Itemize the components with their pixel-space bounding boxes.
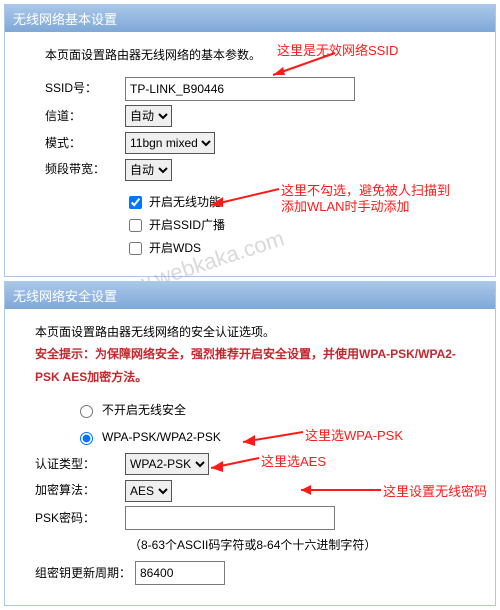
auth-type-select[interactable]: WPA2-PSK <box>125 453 209 475</box>
security-intro: 本页面设置路由器无线网络的安全认证选项。 安全提示：为保障网络安全，强烈推荐开启… <box>35 321 475 389</box>
panel-security: 无线网络安全设置 本页面设置路由器无线网络的安全认证选项。 安全提示：为保障网络… <box>4 281 496 606</box>
security-tip-prefix: 安全提示： <box>35 347 95 361</box>
enable-wireless-checkbox[interactable] <box>129 196 142 209</box>
ssid-broadcast-checkbox[interactable] <box>129 219 142 232</box>
psk-input[interactable] <box>125 506 335 530</box>
bandwidth-select[interactable]: 自动 <box>125 159 172 181</box>
radio-no-security-label: 不开启无线安全 <box>102 399 186 422</box>
enable-wireless-label: 开启无线功能 <box>149 191 221 214</box>
algo-label: 加密算法： <box>35 479 125 502</box>
algo-select[interactable]: AES <box>125 480 172 502</box>
channel-select[interactable]: 自动 <box>125 105 172 127</box>
psk-hint: （8-63个ASCII码字符或8-64个十六进制字符） <box>129 534 376 557</box>
interval-input[interactable] <box>135 561 225 585</box>
wds-label: 开启WDS <box>149 237 201 260</box>
ssid-broadcast-label: 开启SSID广播 <box>149 214 225 237</box>
wds-checkbox[interactable] <box>129 242 142 255</box>
bandwidth-label: 频段带宽： <box>45 158 125 181</box>
radio-wpa-psk[interactable] <box>80 432 93 445</box>
panel-basic-wireless: 无线网络基本设置 本页面设置路由器无线网络的基本参数。 SSID号： 信道： 自… <box>4 4 496 277</box>
ssid-label: SSID号： <box>45 77 125 100</box>
psk-label: PSK密码： <box>35 507 125 530</box>
mode-select[interactable]: 11bgn mixed <box>125 132 215 154</box>
panel-security-title: 无线网络安全设置 <box>5 282 495 309</box>
mode-label: 模式： <box>45 132 125 155</box>
radio-wpa-psk-label: WPA-PSK/WPA2-PSK <box>102 426 221 449</box>
ssid-input[interactable] <box>125 77 355 101</box>
panel-basic-title: 无线网络基本设置 <box>5 5 495 32</box>
interval-label: 组密钥更新周期： <box>35 562 135 585</box>
channel-label: 信道： <box>45 105 125 128</box>
radio-no-security[interactable] <box>80 405 93 418</box>
panel-security-body: 本页面设置路由器无线网络的安全认证选项。 安全提示：为保障网络安全，强烈推荐开启… <box>5 309 495 605</box>
panel-basic-body: 本页面设置路由器无线网络的基本参数。 SSID号： 信道： 自动 模式： 11b… <box>5 32 495 276</box>
security-intro-text: 本页面设置路由器无线网络的安全认证选项。 <box>35 325 275 339</box>
security-tip-body: 为保障网络安全，强烈推荐开启安全设置，并使用WPA-PSK/WPA2-PSK A… <box>35 347 456 384</box>
auth-type-label: 认证类型： <box>35 453 125 476</box>
basic-intro: 本页面设置路由器无线网络的基本参数。 <box>45 44 475 67</box>
